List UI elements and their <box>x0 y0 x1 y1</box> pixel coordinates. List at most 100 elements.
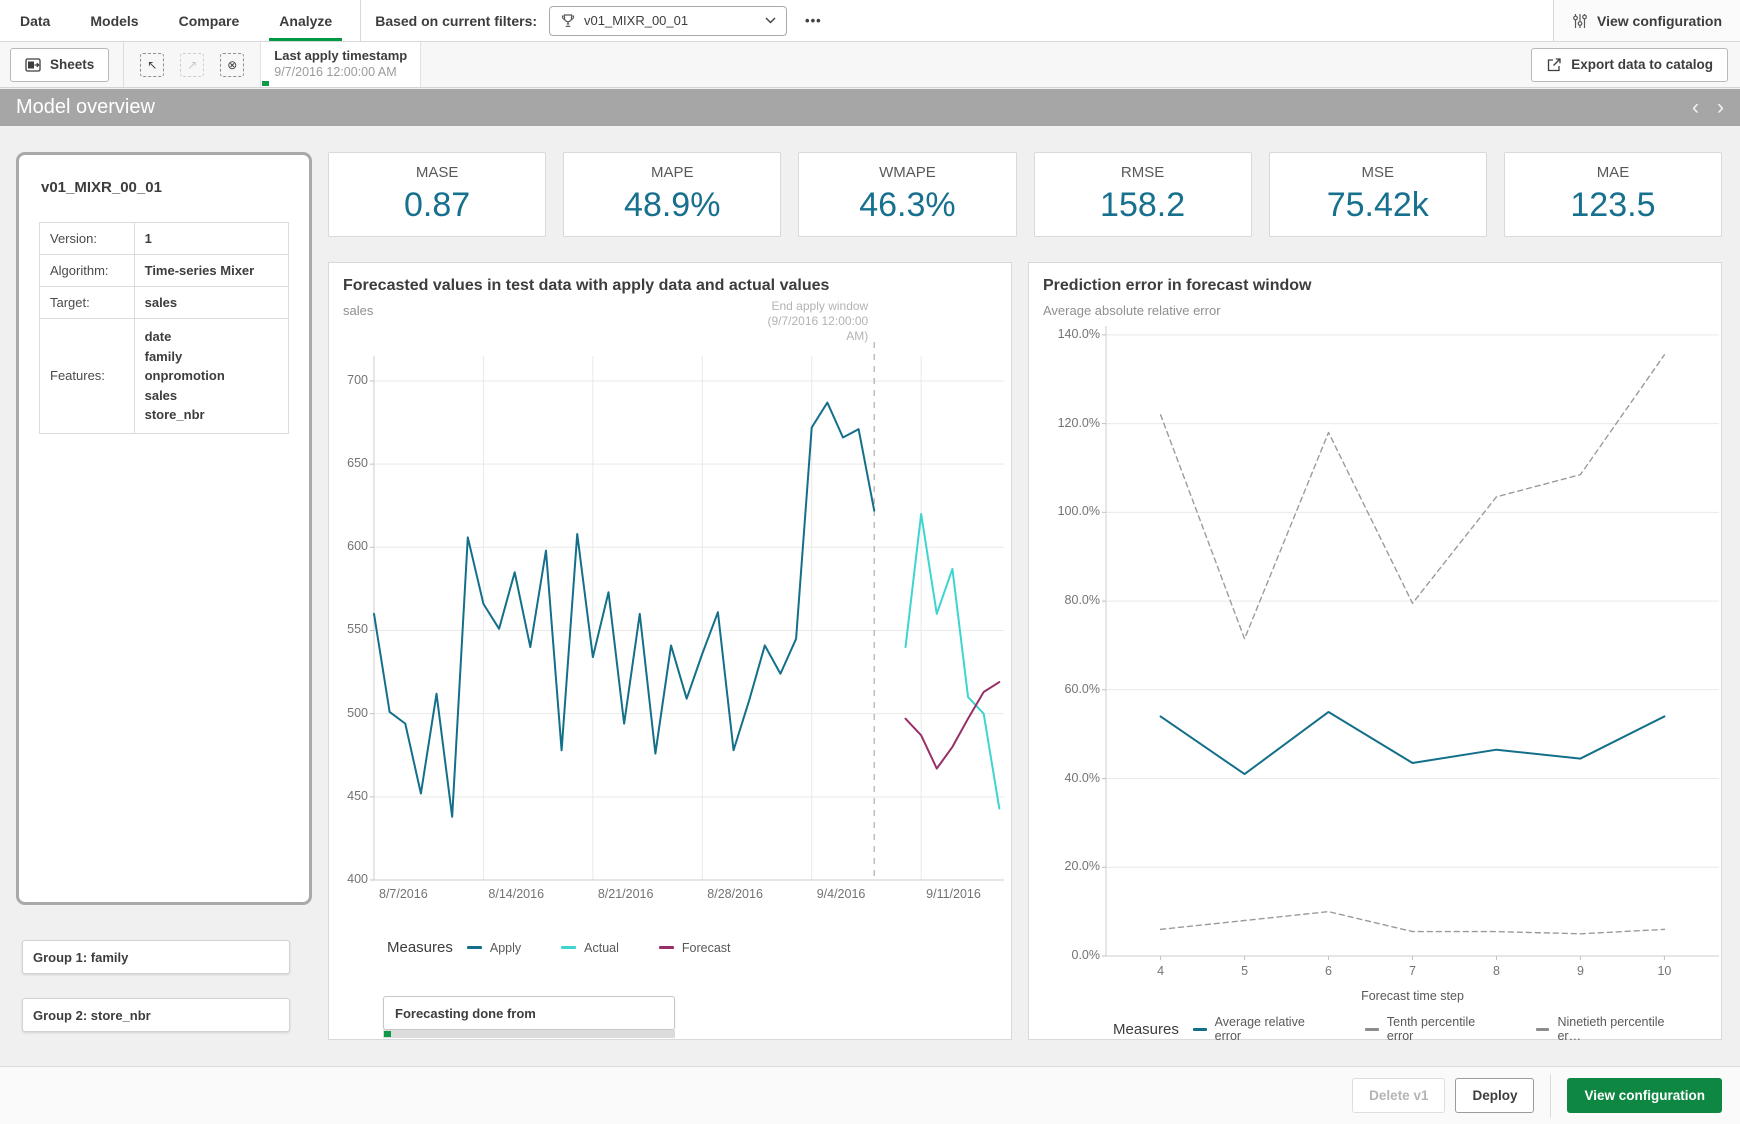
series-tenth-percentile-error <box>1161 912 1665 934</box>
clear-selections-button[interactable]: ⊗ <box>220 53 244 77</box>
target-label: Target: <box>40 287 135 319</box>
y-axis-tick: 140.0% <box>1046 327 1100 341</box>
y-axis-tick: 400 <box>314 872 368 886</box>
forecast-chart-body: Forecasted values in test data with appl… <box>329 263 1011 1039</box>
toolbar: Sheets ↖ ↗ ⊗ Last apply timestamp 9/7/20… <box>0 42 1740 88</box>
legend-label: Average relative error <box>1215 1015 1325 1043</box>
undo-selection-button[interactable]: ↖ <box>140 53 164 77</box>
view-configuration-top-button[interactable]: View configuration <box>1553 0 1740 41</box>
tab-models[interactable]: Models <box>70 0 158 41</box>
x-axis-tick: 9 <box>1555 964 1605 978</box>
legend-swatch <box>467 946 482 949</box>
kpi-value: 0.87 <box>404 186 470 225</box>
y-axis-tick: 550 <box>314 622 368 636</box>
forecast-chart-subtitle: sales <box>343 303 373 318</box>
kpi-value: 48.9% <box>624 186 720 225</box>
legend-swatch <box>1536 1028 1550 1031</box>
legend-item[interactable]: Apply <box>467 941 521 955</box>
kpi-value: 123.5 <box>1570 186 1655 225</box>
table-row: Features: date family onpromotion sales … <box>40 319 289 434</box>
last-apply-timestamp-value: 9/7/2016 12:00:00 AM <box>274 65 407 79</box>
tab-data[interactable]: Data <box>0 0 70 41</box>
chevron-down-icon <box>765 17 776 24</box>
last-apply-timestamp: Last apply timestamp 9/7/2016 12:00:00 A… <box>260 42 421 87</box>
legend-title: Measures <box>1113 1021 1179 1038</box>
series-ninetieth-percentile-error <box>1161 355 1665 639</box>
series-apply <box>374 403 874 817</box>
export-data-button[interactable]: Export data to catalog <box>1531 48 1728 82</box>
error-legend: Measures Average relative error Tenth perc… <box>1113 1015 1721 1043</box>
error-chart-body: Prediction error in forecast window Aver… <box>1029 263 1721 1039</box>
legend-label: Apply <box>490 941 521 955</box>
legend-item[interactable]: Tenth percentile error <box>1365 1015 1496 1043</box>
algorithm-value: Time-series Mixer <box>134 255 288 287</box>
forecasting-done-from-control[interactable]: Forecasting done from <box>383 996 675 1030</box>
legend-item[interactable]: Actual <box>561 941 619 955</box>
y-axis-tick: 0.0% <box>1046 948 1100 962</box>
forecast-range-scrollbar[interactable] <box>383 1030 675 1038</box>
kpi-value: 75.42k <box>1327 186 1429 225</box>
legend-item[interactable]: Forecast <box>659 941 731 955</box>
x-axis-tick: 7 <box>1388 964 1438 978</box>
export-icon <box>1546 57 1562 73</box>
tab-compare[interactable]: Compare <box>159 0 260 41</box>
kpi-label: MAE <box>1597 164 1630 181</box>
model-selector-dropdown[interactable]: v01_MIXR_00_01 <box>549 6 787 36</box>
version-label: Version: <box>40 223 135 255</box>
x-axis-tick: 8/21/2016 <box>598 887 654 901</box>
target-value: sales <box>134 287 288 319</box>
kpi-rmse: RMSE 158.2 <box>1034 152 1252 237</box>
y-axis-tick: 40.0% <box>1046 771 1100 785</box>
sheets-label: Sheets <box>50 57 94 72</box>
kpi-mase: MASE 0.87 <box>328 152 546 237</box>
top-nav: Data Models Compare Analyze Based on cur… <box>0 0 1740 42</box>
x-axis-tick: 6 <box>1304 964 1354 978</box>
sheets-icon <box>25 58 41 72</box>
forecast-range-thumb[interactable] <box>384 1031 391 1037</box>
model-info-table: Version: 1 Algorithm: Time-series Mixer … <box>39 222 289 434</box>
legend-item[interactable]: Average relative error <box>1193 1015 1325 1043</box>
deploy-button[interactable]: Deploy <box>1455 1078 1534 1113</box>
export-data-label: Export data to catalog <box>1571 57 1713 72</box>
footer-divider <box>1550 1074 1551 1118</box>
model-info-card: v01_MIXR_00_01 Version: 1 Algorithm: Tim… <box>16 152 312 905</box>
x-axis-tick: 10 <box>1639 964 1689 978</box>
x-axis-tick: 5 <box>1220 964 1270 978</box>
model-selector-value: v01_MIXR_00_01 <box>584 13 757 28</box>
more-options-button[interactable]: ••• <box>797 9 830 32</box>
group-1-header[interactable]: Group 1: family <box>22 940 290 974</box>
tab-analyze[interactable]: Analyze <box>259 0 352 41</box>
series-average-relative-error <box>1161 712 1665 774</box>
feature-item: family <box>145 347 278 367</box>
features-value: date family onpromotion sales store_nbr <box>134 319 288 434</box>
legend-swatch <box>659 946 674 949</box>
y-axis-tick: 120.0% <box>1046 416 1100 430</box>
prediction-error-chart[interactable] <box>1106 326 1719 956</box>
group-2-header[interactable]: Group 2: store_nbr <box>22 998 290 1032</box>
kpi-label: MSE <box>1362 164 1395 181</box>
error-chart-subtitle: Average absolute relative error <box>1043 303 1221 318</box>
view-configuration-button[interactable]: View configuration <box>1567 1078 1722 1113</box>
next-sheet-chevron[interactable]: › <box>1717 97 1724 118</box>
error-chart-panel: Prediction error in forecast window Aver… <box>1028 262 1722 1040</box>
forecast-values-chart[interactable] <box>374 356 1004 880</box>
legend-item[interactable]: Ninetieth percentile er… <box>1536 1015 1681 1043</box>
feature-item: onpromotion <box>145 366 278 386</box>
legend-label: Tenth percentile error <box>1387 1015 1496 1043</box>
algorithm-label: Algorithm: <box>40 255 135 287</box>
kpi-mape: MAPE 48.9% <box>563 152 781 237</box>
delete-version-button: Delete v1 <box>1352 1078 1445 1113</box>
prev-sheet-chevron[interactable]: ‹ <box>1692 97 1699 118</box>
footer-action-bar: Delete v1 Deploy View configuration <box>0 1066 1740 1124</box>
redo-selection-button[interactable]: ↗ <box>180 53 204 77</box>
table-row: Target: sales <box>40 287 289 319</box>
legend-label: Forecast <box>682 941 731 955</box>
table-row: Version: 1 <box>40 223 289 255</box>
legend-label: Actual <box>584 941 619 955</box>
feature-item: date <box>145 327 278 347</box>
features-label: Features: <box>40 319 135 434</box>
last-apply-timestamp-label: Last apply timestamp <box>274 48 407 63</box>
sheets-button[interactable]: Sheets <box>10 48 109 82</box>
end-apply-window-annotation: End apply window(9/7/2016 12:00:00AM) <box>708 299 868 344</box>
model-name: v01_MIXR_00_01 <box>39 179 289 196</box>
